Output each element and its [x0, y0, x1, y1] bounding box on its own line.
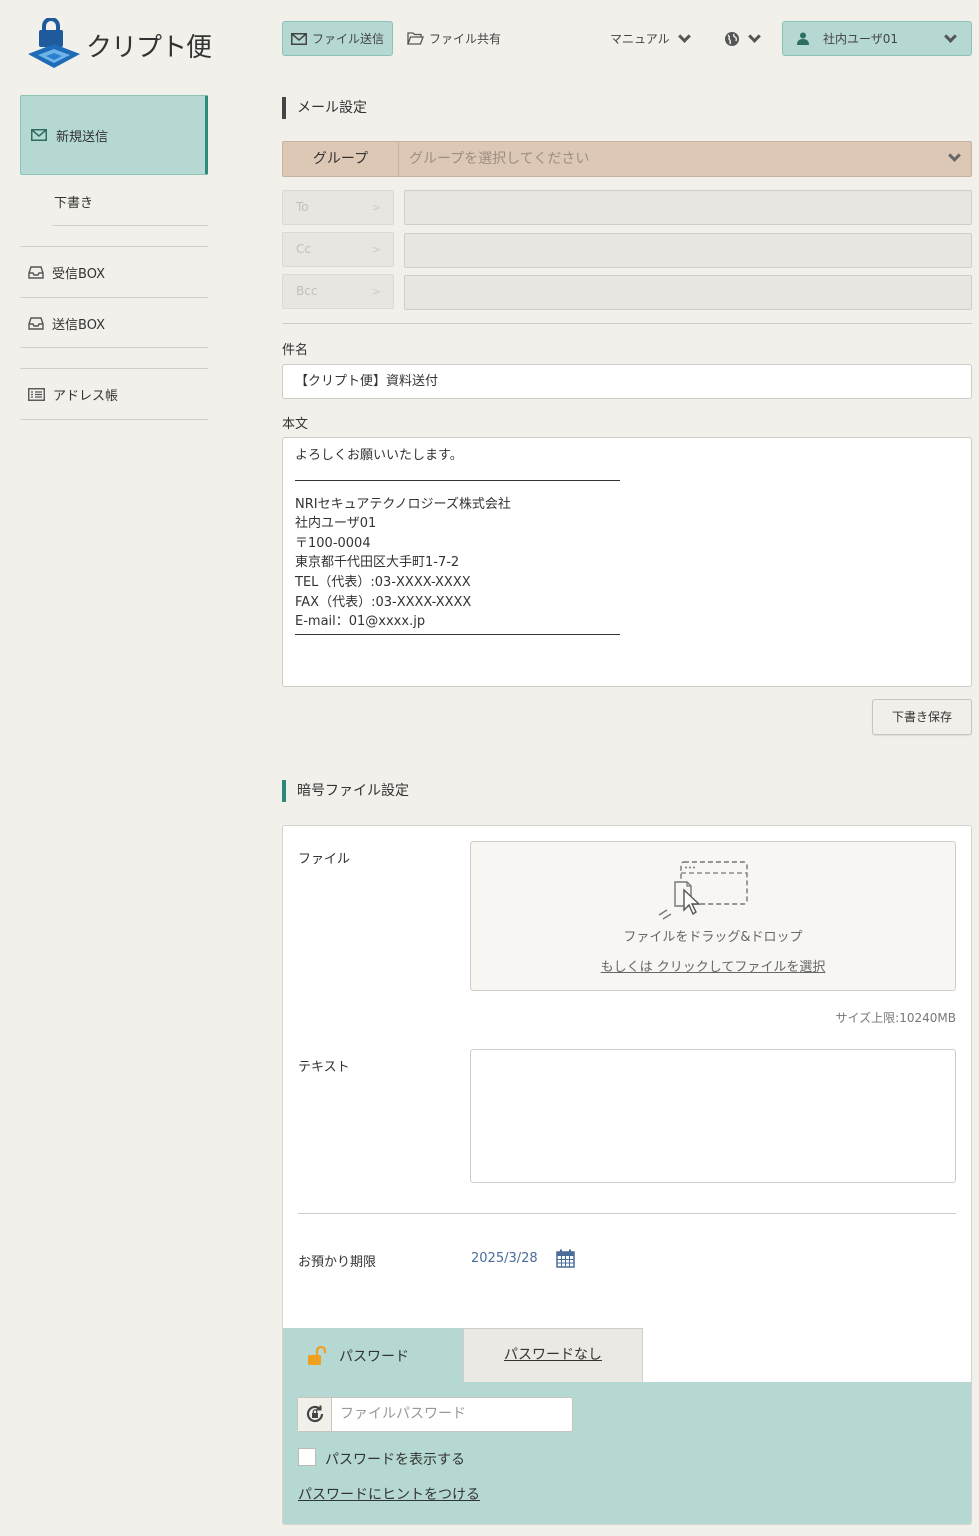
- add-hint-link[interactable]: パスワードにヒントをつける: [298, 1484, 480, 1504]
- chevron-down-icon: [948, 149, 961, 162]
- bcc-field[interactable]: [404, 275, 972, 310]
- text-textarea[interactable]: [470, 1049, 956, 1183]
- manual-dropdown[interactable]: マニュアル: [610, 21, 691, 56]
- sidebar-item-draft[interactable]: 下書き: [54, 192, 93, 211]
- body-textarea[interactable]: よろしくお願いいたします。 NRIセキュアテクノロジーズ株式会社 社内ユーザ01…: [282, 437, 972, 687]
- subject-label: 件名: [282, 343, 309, 358]
- to-field[interactable]: [404, 190, 972, 225]
- subject-input[interactable]: 【クリプト便】資料送付: [282, 364, 972, 399]
- tab-password[interactable]: パスワード: [283, 1328, 463, 1383]
- sidebar-item-label: アドレス帳: [53, 389, 119, 404]
- signature-line: 東京都千代田区大手町1-7-2: [295, 555, 460, 571]
- divider: [20, 347, 208, 348]
- manual-label: マニュアル: [610, 32, 670, 46]
- refresh-lock-icon: [306, 1405, 324, 1423]
- logo-text: クリプト便: [86, 32, 212, 63]
- select-file-link[interactable]: もしくは クリックしてファイルを選択: [471, 956, 955, 975]
- mail-settings-title: メール設定: [282, 97, 367, 119]
- to-label-text: To: [296, 200, 309, 214]
- tab-password-label: パスワード: [339, 1348, 409, 1365]
- chevron-down-icon: [677, 29, 691, 43]
- group-placeholder: グループを選択してください: [409, 151, 590, 167]
- to-label[interactable]: To >: [282, 190, 394, 225]
- group-select[interactable]: グループ グループを選択してください: [282, 141, 972, 177]
- language-dropdown[interactable]: [724, 21, 761, 56]
- group-label: グループ: [283, 142, 399, 176]
- show-password-label[interactable]: パスワードを表示する: [325, 1449, 465, 1469]
- drag-drop-icon: [658, 861, 748, 920]
- signature-line: FAX（代表）:03-XXXX-XXXX: [295, 594, 472, 610]
- sidebar-item-label: 新規送信: [56, 129, 109, 145]
- divider: [298, 1213, 956, 1214]
- signature-line: 社内ユーザ01: [295, 516, 377, 532]
- signature-line: TEL（代表）:03-XXXX-XXXX: [295, 574, 471, 590]
- globe-icon: [725, 31, 739, 46]
- file-label: ファイル: [298, 852, 351, 867]
- user-icon: [797, 32, 809, 45]
- sidebar-item-address-book[interactable]: アドレス帳: [28, 385, 118, 404]
- drop-zone-text: ファイルをドラッグ&ドロップ: [623, 930, 803, 945]
- signature-line: NRIセキュアテクノロジーズ株式会社: [295, 496, 511, 512]
- password-input-placeholder: ファイルパスワード: [340, 1406, 466, 1422]
- signature-line: 〒100-0004: [295, 535, 371, 551]
- size-limit: サイズ上限:10240MB: [835, 1011, 956, 1025]
- divider: [20, 297, 208, 298]
- inbox-icon: [28, 317, 44, 330]
- envelope-icon: [291, 32, 307, 45]
- folder-open-icon: [407, 32, 424, 45]
- crypto-bin-logo-icon: [28, 18, 80, 68]
- text-label: テキスト: [298, 1060, 350, 1075]
- chevron-right-icon: >: [371, 201, 381, 214]
- bcc-label[interactable]: Bcc >: [282, 274, 394, 309]
- file-send-button[interactable]: ファイル送信: [282, 21, 393, 56]
- bcc-label-text: Bcc: [296, 284, 318, 298]
- sidebar-item-new-send[interactable]: 新規送信: [20, 95, 208, 175]
- divider: [20, 246, 208, 247]
- user-name: 社内ユーザ01: [823, 32, 899, 46]
- generate-password-button[interactable]: [298, 1398, 332, 1431]
- divider: [20, 419, 208, 420]
- divider: [52, 225, 208, 226]
- divider: [282, 323, 972, 324]
- user-menu-button[interactable]: 社内ユーザ01: [782, 21, 972, 56]
- signature-divider: [295, 479, 620, 481]
- file-send-label: ファイル送信: [312, 32, 385, 46]
- show-password-checkbox[interactable]: [298, 1448, 316, 1466]
- file-share-button[interactable]: ファイル共有: [405, 21, 501, 56]
- file-drop-zone[interactable]: ファイルをドラッグ&ドロップ もしくは クリックしてファイルを選択: [470, 841, 956, 991]
- calendar-icon[interactable]: [556, 1249, 575, 1268]
- signature-divider: [295, 633, 620, 635]
- sidebar-item-inbox[interactable]: 受信BOX: [28, 263, 105, 282]
- chevron-down-icon: [748, 29, 761, 43]
- sidebar-item-outbox[interactable]: 送信BOX: [28, 314, 105, 333]
- cc-label[interactable]: Cc >: [282, 232, 394, 267]
- inbox-icon: [28, 266, 44, 279]
- retention-label: お預かり期限: [298, 1255, 377, 1270]
- signature-line: E-mail：01@xxxx.jp: [295, 614, 426, 630]
- file-settings-title: 暗号ファイル設定: [282, 780, 409, 802]
- cc-field[interactable]: [404, 233, 972, 268]
- file-share-label: ファイル共有: [429, 32, 502, 46]
- app-logo[interactable]: クリプト便: [24, 18, 212, 72]
- divider: [20, 368, 208, 369]
- tab-no-password[interactable]: パスワードなし: [463, 1328, 643, 1383]
- envelope-icon: [31, 129, 47, 141]
- body-greeting: よろしくお願いいたします。: [295, 448, 463, 463]
- cc-label-text: Cc: [296, 242, 311, 256]
- unlock-icon: [308, 1345, 327, 1365]
- body-label: 本文: [282, 417, 309, 432]
- password-field[interactable]: ファイルパスワード: [297, 1397, 573, 1432]
- chevron-right-icon: >: [371, 285, 381, 298]
- sidebar-item-label: 受信BOX: [52, 267, 105, 282]
- sidebar-item-label: 送信BOX: [52, 318, 105, 333]
- retention-date[interactable]: 2025/3/28: [471, 1251, 538, 1266]
- chevron-right-icon: >: [371, 243, 381, 256]
- save-draft-button[interactable]: 下書き保存: [872, 699, 972, 735]
- chevron-down-icon: [944, 30, 957, 43]
- address-book-icon: [28, 388, 45, 401]
